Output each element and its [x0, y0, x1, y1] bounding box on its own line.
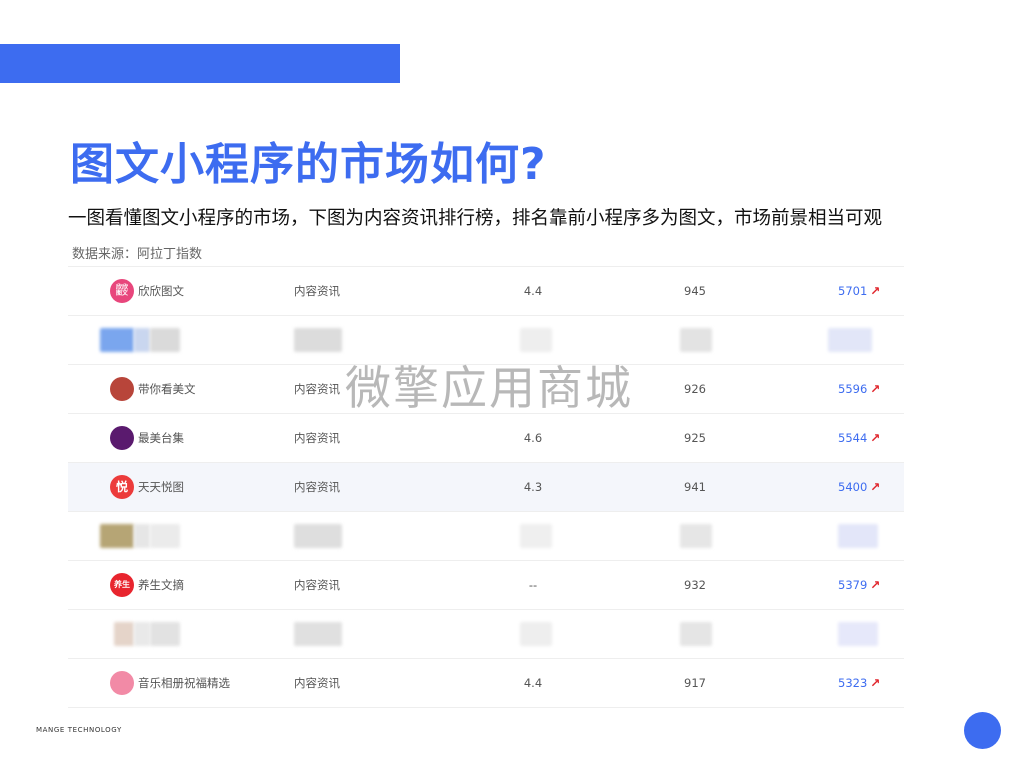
blurred-cell	[134, 328, 150, 352]
colorful-dark-logo-icon	[110, 426, 134, 450]
page-subtitle: 一图看懂图文小程序的市场，下图为内容资讯排行榜，排名靠前小程序多为图文，市场前景…	[68, 208, 883, 229]
blurred-cell	[134, 622, 150, 646]
score-cell: 5596 ↗	[838, 365, 880, 413]
trend-up-icon: ↗	[870, 284, 881, 298]
xinxin-logo-icon: 欣欣图文	[110, 279, 134, 303]
score-value: 5701	[838, 284, 868, 298]
table-row: 最美台集 内容资讯 4.6 925 5544 ↗	[68, 414, 904, 463]
score-value: 5596	[838, 382, 868, 396]
blurred-cell	[680, 622, 712, 646]
category-cell: 内容资讯	[294, 480, 340, 494]
blurred-cell	[294, 524, 342, 548]
score-cell: 5544 ↗	[838, 414, 880, 462]
score-cell: 5323 ↗	[838, 659, 880, 707]
blurred-cell	[838, 622, 878, 646]
blurred-cell	[294, 328, 342, 352]
rating-cell: 4.3	[523, 480, 543, 494]
category-cell: 内容资讯	[294, 431, 340, 445]
app-name: 天天悦图	[138, 480, 184, 494]
blurred-cell	[680, 524, 712, 548]
category-cell: 内容资讯	[294, 284, 340, 298]
score-cell: 5701 ↗	[838, 267, 880, 315]
blurred-cell	[520, 328, 552, 352]
score-cell: 5400 ↗	[838, 463, 880, 511]
count-cell: 941	[684, 480, 706, 494]
category-cell: 内容资讯	[294, 382, 340, 396]
watermark: 微擎应用商城	[345, 361, 633, 415]
blurred-cell	[100, 328, 134, 352]
top-accent-bar	[0, 44, 400, 83]
blurred-cell	[150, 524, 180, 548]
category-cell: 内容资讯	[294, 578, 340, 592]
blurred-cell	[114, 622, 134, 646]
yangsheng-logo-icon: 养生	[110, 573, 134, 597]
count-cell: 932	[684, 578, 706, 592]
blurred-cell	[100, 524, 134, 548]
blurred-cell	[150, 328, 180, 352]
score-value: 5400	[838, 480, 868, 494]
rating-cell: --	[528, 578, 538, 592]
count-cell: 945	[684, 284, 706, 298]
table-row: 养生 养生文摘 内容资讯 -- 932 5379 ↗	[68, 561, 904, 610]
blurred-cell	[680, 328, 712, 352]
blurred-cell	[150, 622, 180, 646]
table-row	[68, 512, 904, 561]
app-icon-text: 养生	[114, 580, 130, 589]
table-row: 音乐相册祝福精选 内容资讯 4.4 917 5323 ↗	[68, 659, 904, 708]
trend-up-icon: ↗	[870, 480, 881, 494]
rating-cell: 4.4	[523, 676, 543, 690]
app-name: 养生文摘	[138, 578, 184, 592]
category-cell: 内容资讯	[294, 676, 340, 690]
app-name: 音乐相册祝福精选	[138, 676, 230, 690]
table-row	[68, 610, 904, 659]
table-row: 悦天天悦图 内容资讯 4.3 941 5400 ↗	[68, 463, 904, 512]
blurred-cell	[134, 524, 150, 548]
page-title: 图文小程序的市场如何?	[70, 139, 547, 190]
score-cell: 5379 ↗	[838, 561, 880, 609]
blurred-cell	[838, 524, 878, 548]
trend-up-icon: ↗	[870, 382, 881, 396]
rating-cell: 4.6	[523, 431, 543, 445]
app-icon-text: 悦	[115, 480, 128, 494]
app-name: 最美台集	[138, 431, 184, 445]
score-value: 5323	[838, 676, 868, 690]
score-value: 5379	[838, 578, 868, 592]
blurred-cell	[520, 622, 552, 646]
blurred-cell	[828, 328, 872, 352]
score-value: 5544	[838, 431, 868, 445]
decorative-circle	[964, 712, 1001, 749]
count-cell: 917	[684, 676, 706, 690]
blurred-cell	[520, 524, 552, 548]
music-album-logo-icon	[110, 671, 134, 695]
trend-up-icon: ↗	[870, 578, 881, 592]
rating-cell: 4.4	[523, 284, 543, 298]
app-name: 带你看美文	[138, 382, 196, 396]
trend-up-icon: ↗	[870, 431, 881, 445]
portrait-avatar-icon	[110, 377, 134, 401]
trend-up-icon: ↗	[870, 676, 881, 690]
table-row: 欣欣图文 欣欣图文 内容资讯 4.4 945 5701 ↗	[68, 267, 904, 316]
app-icon-text: 欣欣图文	[115, 284, 128, 297]
blurred-cell	[294, 622, 342, 646]
count-cell: 926	[684, 382, 706, 396]
ranking-table: 欣欣图文 欣欣图文 内容资讯 4.4 945 5701 ↗ 带你看美文 内容资讯 926 5596 ↗…	[68, 266, 904, 708]
footer-brand: MANGE TECHNOLOGY	[36, 726, 122, 734]
data-source-note: 数据来源：阿拉丁指数	[72, 247, 203, 262]
count-cell: 925	[684, 431, 706, 445]
yue-logo-icon: 悦	[110, 475, 134, 499]
app-name: 欣欣图文	[138, 284, 184, 298]
